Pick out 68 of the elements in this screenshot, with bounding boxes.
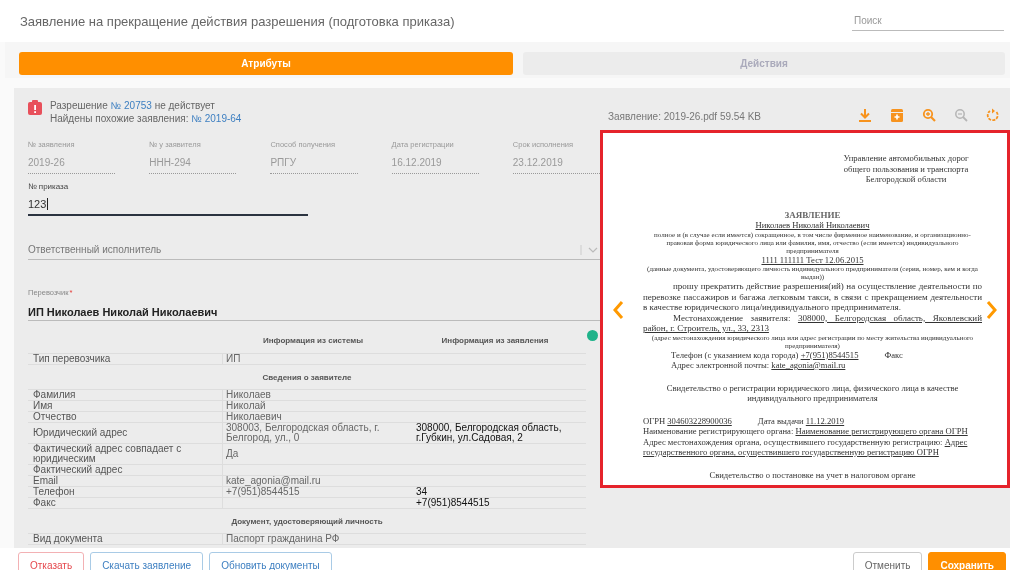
alert-message: Найдены похожие заявления: № 2019-64 [50,112,242,125]
table-cell: kate_agonia@mail.ru [222,476,413,486]
document-line: Телефон (с указанием кода города) +7(951)8544515 Факс [670,349,904,360]
page-title: Заявление на прекращение действия разрешения (подготовка приказа) [20,13,455,29]
table-cell: 308003, Белгородская область, г. Белгород, ул., 0 [222,423,413,443]
alert-message: Разрешение № 20753 не действует [50,99,216,112]
link[interactable]: № 20753 [110,100,152,111]
section-heading: Документ, удостоверяющий личность [231,516,383,526]
document-text: 1111 111111 Тест 12.06.2015 [760,254,865,265]
action-button[interactable]: Обновить документы [209,552,332,570]
table-cell-text: Имя [32,401,54,411]
archive-box-icon[interactable] [890,107,904,123]
document-paragraph: Местонахождение заявителя: 308000, Белгородская область, Яковлевский район, г. Строитель, ул., 33, 2313 [643,312,982,334]
readonly-field: ННН-294 [149,157,237,174]
table-cell-text: Юридический адрес [32,426,129,440]
document-line: Адрес электронной почты: kate_agonia@mail.ru [670,360,847,371]
zoom-in-icon[interactable] [922,107,936,123]
table-cell-text: Телефон [32,487,76,497]
table-cell-text: Фамилия [32,390,77,400]
document-text: Свидетельство о постановке на учет в налоговом органе [708,469,917,480]
table-cell-text: Вид документа [32,534,104,544]
readonly-field: РПГУ [270,157,358,174]
action-button[interactable]: Скачать заявление [90,552,204,570]
action-button[interactable]: Отменить [852,552,923,570]
table-cell: Паспорт гражданина РФ [222,534,413,544]
table-cell-text: Фактический адрес [32,465,124,475]
table-cell: Николаев [222,390,413,400]
document-text: Николаев Николай Николаевич [754,220,871,231]
download-icon[interactable] [858,107,872,123]
document-line: Адрес местонахождения органа, осуществившего государственную регистрацию: Адрес государственного органа, осуществившего государственную регистрацию ОГРН [643,436,969,458]
table-cell-text: Факс [32,498,56,508]
table-cell-text: Тип перевозчика [32,354,112,364]
rotate-icon[interactable] [986,107,1000,123]
input-field[interactable]: 123 [28,198,308,216]
table-cell: +7(951)8544515 [222,487,413,497]
addressee-text: Управление автомобильных дорог общего пользования и транспорта Белгородской области [842,153,970,185]
table-cell-text: 308000, Белгородская область, г.Губкин, ул.Садовая, 2 [415,423,563,443]
action-button[interactable]: Отказать [18,552,85,570]
table-cell-text: Отчество [32,412,78,422]
search-field[interactable]: Поиск [852,11,1004,31]
table-cell-text: 34 [415,487,429,497]
file-label: Заявление: 2019-26.pdf 59.54 KB [608,110,762,122]
table-cell-text: Email [32,476,59,486]
chevron-down-icon[interactable] [580,244,600,255]
handle-dot[interactable] [587,330,598,341]
column-header: Информация из системы [261,336,365,346]
tab[interactable]: Атрибуты [19,52,513,75]
document-line: ОГРН 304603228900036 Дата выдачи 11.12.2019 [643,415,846,426]
table-cell: Николай [222,401,413,411]
column-header: Информация из заявления [440,336,550,346]
clipboard-warning-icon [28,100,42,115]
table-cell: ИП [222,354,413,364]
executor-select[interactable]: Ответственный исполнитель [28,244,600,260]
table-cell-text: +7(951)8544515 [415,498,491,508]
table-cell: Да [222,444,413,464]
action-button[interactable]: Сохранить [928,552,1006,570]
document-heading: ЗАЯВЛЕНИЕ [783,209,842,220]
input-field[interactable]: ИП Николаев Николай Николаевич [28,306,600,321]
readonly-field: 2019-26 [28,157,116,174]
document-paragraph: прошу прекратить действие разрешения(ий) на осуществление деятельности по перевозке пассажиров и багажа легковым такси, в связи с прекращением деятельности в качестве юридического лица/индивидуального предпринимателя. [643,281,982,313]
section-heading: Сведения о заявителе [262,372,352,382]
table-cell: Николаевич [222,412,413,422]
link[interactable]: № 2019-64 [191,113,242,124]
table-cell-text: Фактический адрес совпадает с юридическим [32,444,183,464]
document-line: Наименование регистрирующего органа: Наименование регистрирующего органа ОГРН [643,426,969,437]
readonly-field: 16.12.2019 [391,157,479,174]
document-text: Свидетельство о регистрации юридического лица, физического лица в качестве индивидуального предпринимателя [665,382,960,404]
field-label: № приказа [28,182,70,191]
